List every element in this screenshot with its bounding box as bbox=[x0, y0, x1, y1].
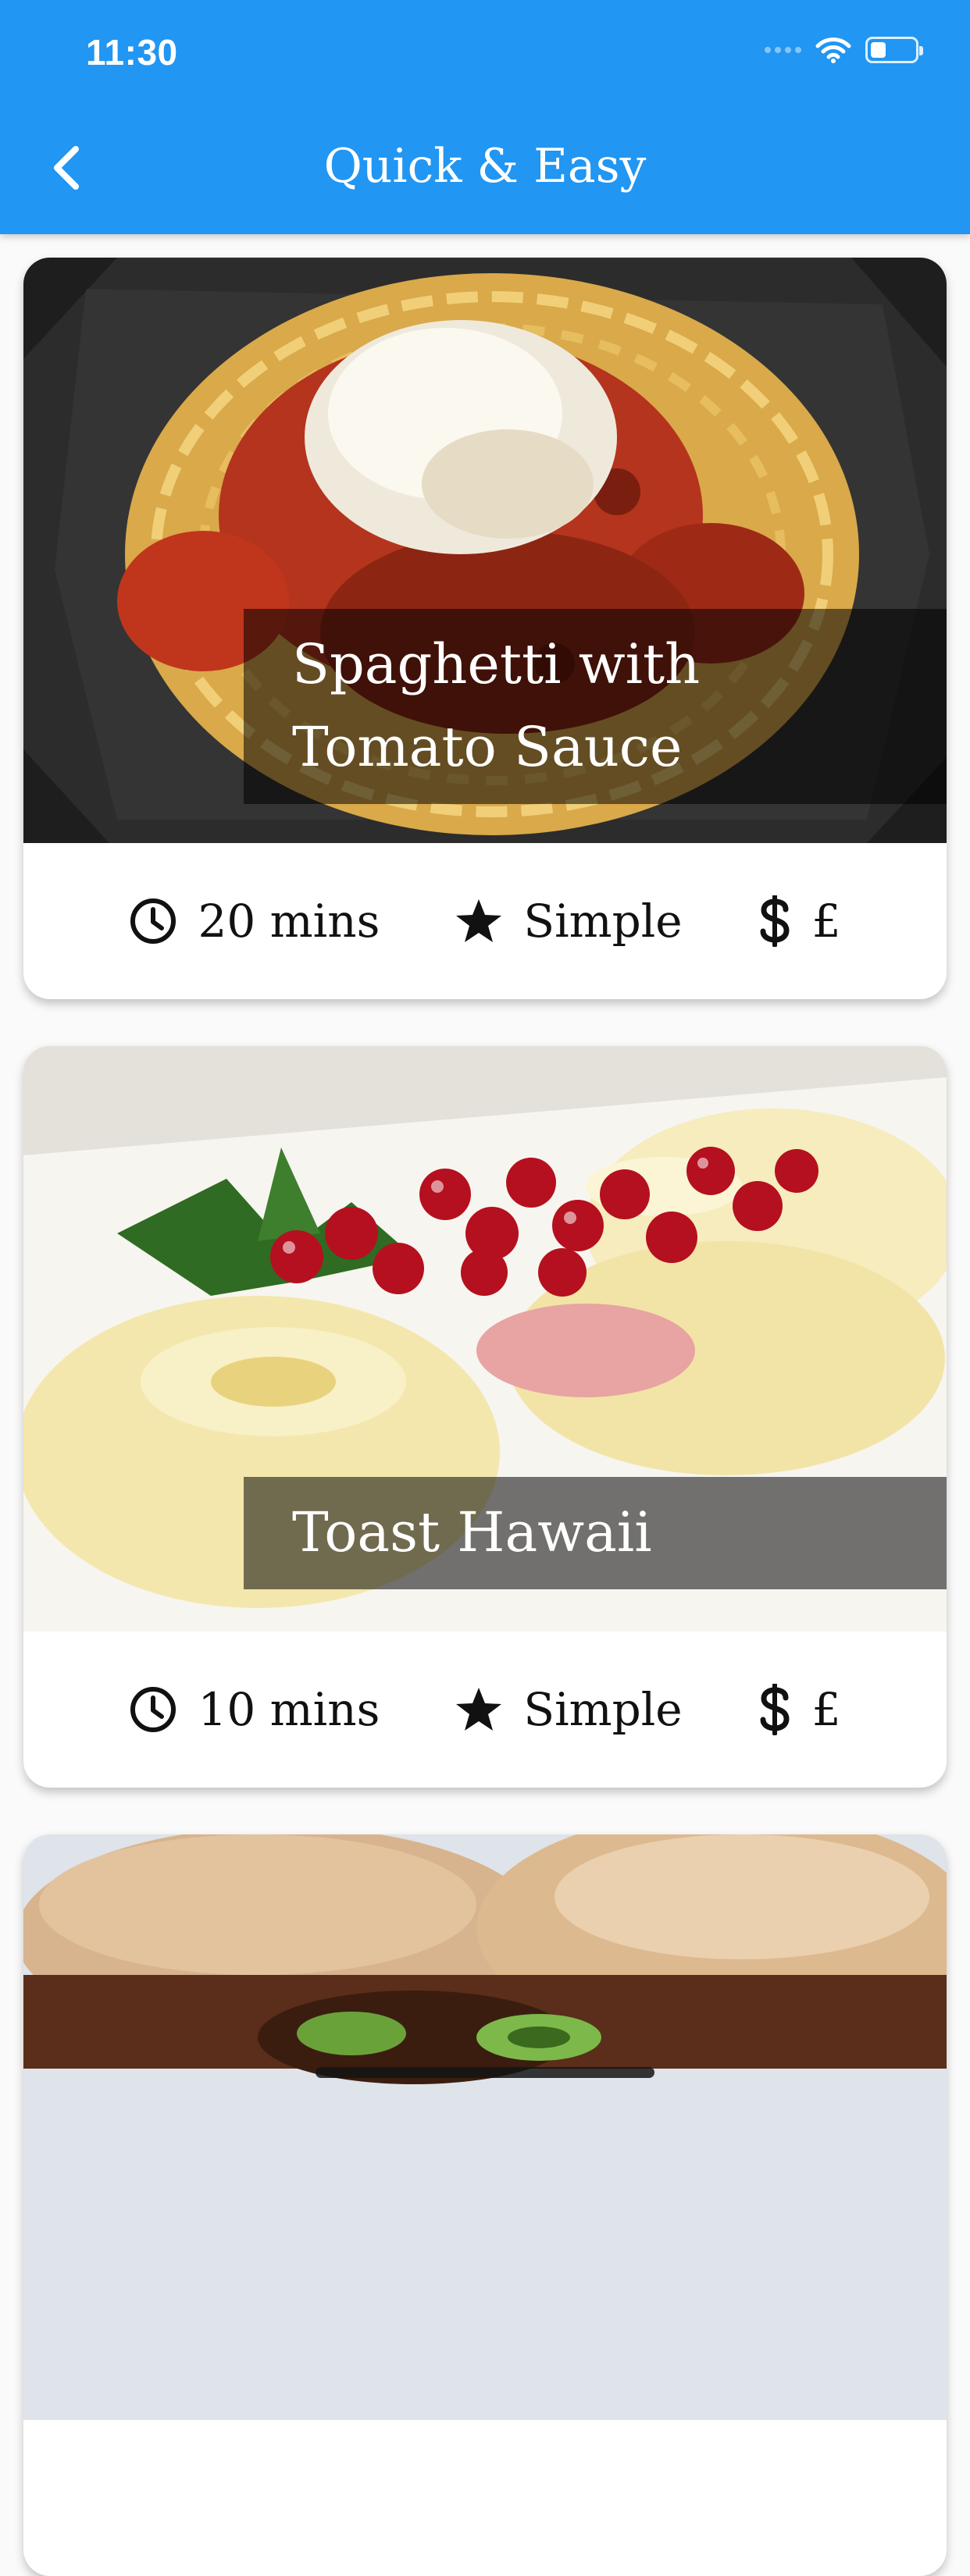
app-bar: 11:30 Quick & Easy bbox=[0, 0, 970, 234]
battery-level bbox=[871, 42, 886, 58]
meal-title-line: Spaghetti with bbox=[292, 632, 701, 696]
meal-card-burger[interactable] bbox=[23, 1834, 947, 2576]
meal-meta: 10 mins Simple £ bbox=[23, 1631, 947, 1788]
wifi-icon bbox=[815, 37, 851, 63]
cellular-signal-icon bbox=[765, 47, 801, 53]
dollar-icon bbox=[760, 895, 790, 947]
complexity: Simple bbox=[455, 1683, 683, 1736]
meal-title-line: Tomato Sauce bbox=[292, 715, 683, 779]
home-indicator[interactable] bbox=[316, 2067, 654, 2078]
duration: 10 mins bbox=[129, 1683, 380, 1736]
meal-image bbox=[23, 1834, 947, 2420]
complexity-text: Simple bbox=[523, 895, 683, 948]
dollar-icon bbox=[760, 1684, 790, 1735]
duration: 20 mins bbox=[129, 895, 380, 948]
meal-card-toast-hawaii[interactable]: Toast Hawaii 10 mins Simple £ bbox=[23, 1046, 947, 1788]
affordability: £ bbox=[758, 1683, 841, 1736]
meal-title-band: Spaghetti with Tomato Sauce bbox=[244, 609, 947, 804]
affordability-text: £ bbox=[811, 895, 841, 948]
meal-card-spaghetti[interactable]: Spaghetti with Tomato Sauce 20 mins Simp… bbox=[23, 258, 947, 999]
complexity-text: Simple bbox=[523, 1683, 683, 1736]
affordability-text: £ bbox=[811, 1683, 841, 1736]
status-time: 11:30 bbox=[86, 32, 178, 73]
duration-text: 20 mins bbox=[198, 895, 380, 948]
affordability: £ bbox=[758, 895, 841, 948]
clock-icon bbox=[130, 898, 177, 944]
clock-icon bbox=[130, 1687, 177, 1732]
star-icon bbox=[456, 899, 502, 942]
battery-icon bbox=[865, 37, 923, 63]
status-icons bbox=[765, 36, 923, 64]
duration-text: 10 mins bbox=[198, 1683, 380, 1736]
meal-title-band: Toast Hawaii bbox=[244, 1477, 947, 1589]
page-title: Quick & Easy bbox=[323, 139, 647, 194]
meal-title-line: Toast Hawaii bbox=[292, 1500, 652, 1564]
star-icon bbox=[456, 1688, 502, 1731]
meal-meta: 20 mins Simple £ bbox=[23, 843, 947, 999]
complexity: Simple bbox=[455, 895, 683, 948]
